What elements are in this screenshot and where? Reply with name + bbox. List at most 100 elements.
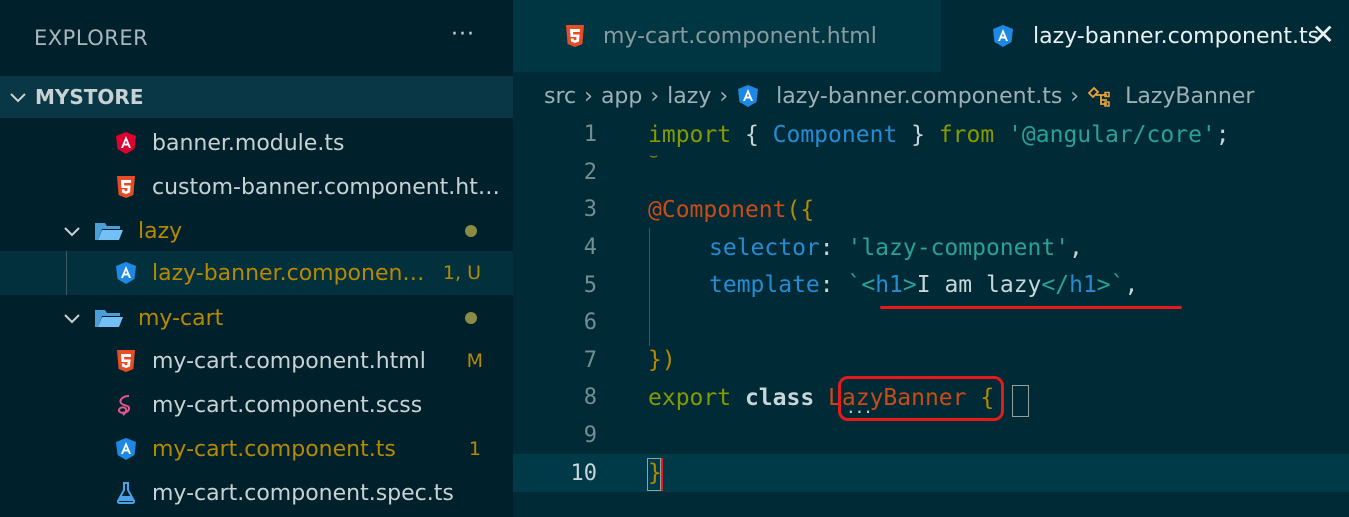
file-banner-module[interactable]: banner.module.ts: [0, 121, 513, 165]
workspace-label: MYSTORE: [35, 85, 144, 109]
token-string: 'lazy-component': [847, 234, 1070, 261]
token: :: [819, 234, 848, 261]
file-custom-banner-html[interactable]: custom-banner.component.ht…: [0, 165, 513, 209]
angular-icon: [114, 437, 138, 461]
close-icon[interactable]: ✕: [1312, 18, 1335, 51]
chevron-right-icon: ›: [650, 83, 660, 109]
tab-label: lazy-banner.component.ts: [1033, 23, 1320, 49]
angular-icon: [736, 84, 760, 108]
line-number: 1: [583, 122, 597, 148]
file-label: my-cart.component.scss: [152, 392, 423, 418]
token-tag: h1: [875, 272, 903, 299]
token-decorator: Component: [661, 196, 787, 223]
line-number: 5: [583, 272, 597, 298]
html5-icon: [563, 24, 587, 48]
file-my-cart-ts[interactable]: my-cart.component.ts 1: [0, 427, 513, 471]
code-line: 1 import { Component } from '@angular/co…: [513, 116, 1349, 154]
breadcrumb-item[interactable]: app: [601, 84, 642, 109]
explorer-title: EXPLORER: [34, 26, 149, 50]
line-number: 3: [583, 197, 597, 223]
angular-icon: [114, 261, 138, 285]
folder-open-icon: [94, 219, 124, 243]
code-line: 6: [513, 304, 1349, 342]
file-label: custom-banner.component.ht…: [152, 174, 500, 200]
token-string: >: [1096, 272, 1111, 299]
line-number: 9: [583, 423, 597, 449]
line-text: selector: 'lazy-component',: [709, 235, 1083, 261]
line-text: }): [648, 347, 676, 373]
hint-dots: ...: [846, 398, 873, 417]
tree-indent-guide: [66, 251, 67, 295]
token-string: >: [902, 272, 917, 299]
token-string: `: [1110, 272, 1125, 299]
token-text: I am lazy: [916, 272, 1042, 299]
breadcrumb-item[interactable]: lazy: [667, 84, 711, 109]
token: ,: [1069, 234, 1083, 261]
token: ;: [1215, 121, 1230, 148]
token-bracket: ({: [786, 196, 815, 223]
token-string: '@angular/core': [1008, 121, 1216, 148]
file-my-cart-spec[interactable]: my-cart.component.spec.ts: [0, 471, 513, 515]
line-number: 8: [583, 385, 597, 411]
more-actions-icon[interactable]: ···: [451, 22, 475, 47]
line-number: 7: [583, 347, 597, 373]
sass-icon: [114, 393, 138, 417]
line-text: @Component({: [648, 197, 814, 223]
flask-icon: [114, 481, 138, 505]
token: ,: [1124, 272, 1139, 299]
chevron-right-icon: ›: [719, 83, 729, 109]
folder-open-icon: [94, 306, 124, 330]
angular-icon: [114, 131, 138, 155]
explorer-header: EXPLORER ···: [0, 0, 513, 76]
line-number: 2: [583, 159, 597, 185]
chevron-down-icon: [10, 93, 26, 103]
file-label: my-cart.component.spec.ts: [152, 480, 454, 506]
token-property: selector: [709, 234, 820, 261]
html5-icon: [114, 349, 138, 373]
breadcrumb: src › app › lazy › lazy-banner.component…: [513, 72, 1349, 120]
code-line: 3 @Component({: [513, 191, 1349, 229]
token-keyword: from: [938, 121, 995, 148]
breadcrumb-item[interactable]: src: [544, 84, 576, 109]
token-keyword: export: [648, 384, 732, 411]
warning-squiggle: ⌣: [649, 148, 659, 164]
file-my-cart-html[interactable]: my-cart.component.html M: [0, 339, 513, 383]
file-badge: 1, U: [442, 262, 481, 284]
line-number: 10: [570, 460, 598, 486]
line-text: import { Component } from '@angular/core…: [648, 122, 1230, 148]
folder-label: lazy: [138, 218, 183, 244]
file-my-cart-scss[interactable]: my-cart.component.scss: [0, 383, 513, 427]
annotation-underline: [880, 306, 1182, 309]
folder-my-cart[interactable]: my-cart: [0, 296, 513, 340]
workspace-folder-mystore[interactable]: MYSTORE: [0, 76, 513, 118]
line-number: 4: [583, 235, 597, 261]
chevron-right-icon: ›: [1070, 83, 1080, 109]
chevron-down-icon: [64, 314, 80, 324]
code-line: 9: [513, 417, 1349, 455]
explorer-sidebar: EXPLORER ··· MYSTORE banner.module.ts cu…: [0, 0, 513, 517]
modified-dot: [465, 225, 477, 237]
file-lazy-banner-component[interactable]: lazy-banner.componen… 1, U: [0, 251, 513, 295]
code-line: 5 template: `<h1>I am lazy</h1>`,: [513, 266, 1349, 304]
modified-dot: [465, 312, 477, 324]
token-string: </: [1041, 272, 1070, 299]
line-text: template: `<h1>I am lazy</h1>`,: [709, 272, 1138, 298]
breadcrumb-item[interactable]: LazyBanner: [1125, 84, 1254, 109]
folder-lazy[interactable]: lazy: [0, 209, 513, 253]
text-cursor: [661, 458, 663, 491]
symbol-class-icon: [1087, 84, 1111, 108]
chevron-right-icon: ›: [584, 83, 593, 109]
tab-lazy-banner-ts[interactable]: lazy-banner.component.ts ✕: [941, 0, 1349, 72]
token-tag: h1: [1069, 272, 1097, 299]
bracket-match-highlight: [1012, 385, 1029, 417]
token-decorator: @: [648, 196, 662, 223]
file-label: lazy-banner.componen…: [152, 260, 425, 286]
tab-my-cart-html[interactable]: my-cart.component.html: [513, 0, 941, 72]
token-keyword: class: [731, 384, 829, 411]
chevron-down-icon: [64, 227, 80, 237]
file-badge: M: [466, 350, 483, 372]
breadcrumb-item[interactable]: lazy-banner.component.ts: [776, 84, 1062, 109]
file-label: banner.module.ts: [152, 130, 345, 156]
token-bracket: }): [648, 347, 676, 374]
folder-label: my-cart: [138, 305, 224, 331]
